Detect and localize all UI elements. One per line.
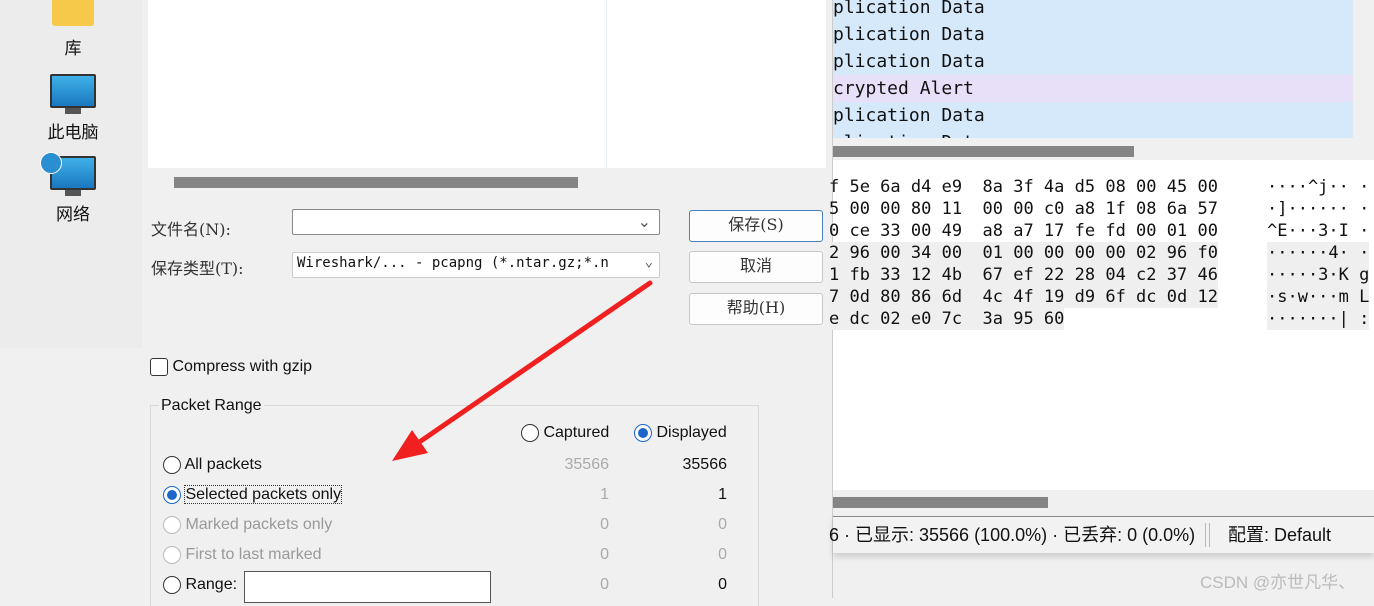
annotation-arrow [392,280,653,461]
